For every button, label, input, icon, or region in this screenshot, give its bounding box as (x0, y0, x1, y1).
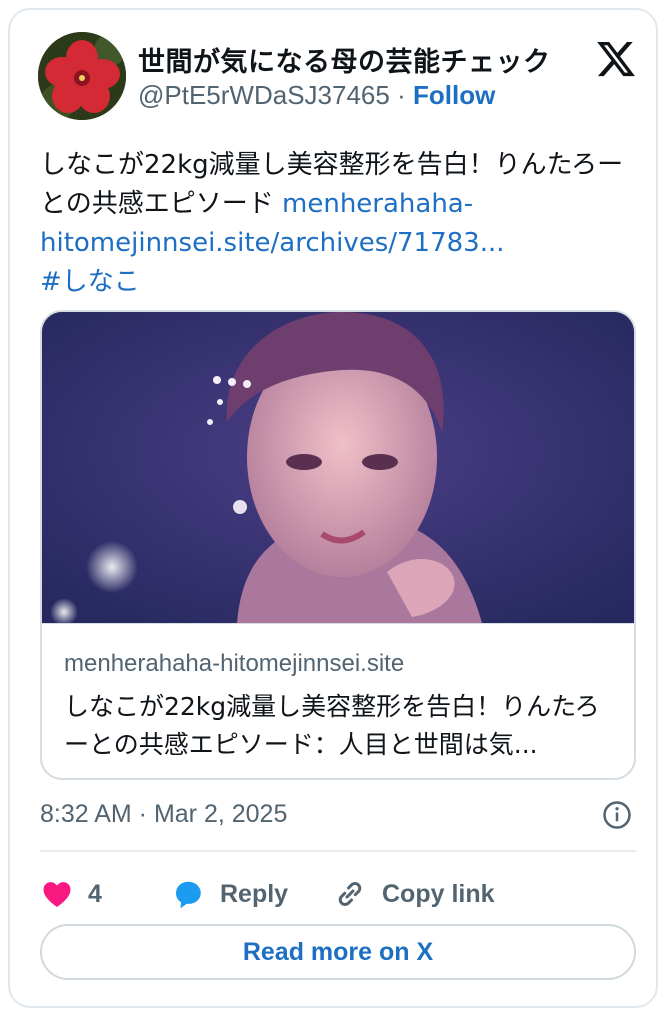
author-display-name[interactable]: 世間が気になる母の芸能チェック (138, 40, 551, 79)
tweet-text: しなこが22kg減量し美容整形を告白！りんたろーとの共感エピソード menher… (40, 146, 640, 302)
link-preview-title: しなこが22kg減量し美容整形を告白！りんたろーとの共感エピソード：人目と世間は… (64, 692, 600, 759)
author-handle-row: @PtE5rWDaSJ37465 · Follow (138, 80, 495, 111)
link-preview-card[interactable]: menherahaha-hitomejinnsei.site しなこが22kg減… (40, 310, 636, 780)
like-button[interactable]: 4 (40, 870, 102, 918)
link-preview-image (42, 312, 634, 623)
copy-link-label: Copy link (382, 879, 495, 908)
reply-bubble-icon (176, 881, 201, 909)
like-count: 4 (88, 879, 102, 908)
embedded-tweet-card: 世間が気になる母の芸能チェック @PtE5rWDaSJ37465 · Follo… (8, 8, 658, 1008)
author-handle[interactable]: @PtE5rWDaSJ37465 (138, 80, 390, 110)
reply-button[interactable]: Reply (170, 870, 288, 918)
hashtag-link[interactable]: #しなこ (40, 267, 140, 297)
red-flower-avatar-icon (38, 32, 126, 120)
divider (40, 850, 636, 852)
read-more-button[interactable]: Read more on X (40, 924, 636, 980)
copy-link-button[interactable]: Copy link (332, 870, 495, 918)
tweet-timestamp[interactable]: 8:32 AM · Mar 2, 2025 (40, 800, 287, 829)
follow-link[interactable]: Follow (413, 80, 495, 110)
reply-label: Reply (220, 879, 289, 908)
info-icon[interactable] (602, 800, 632, 830)
link-preview-domain: menherahaha-hitomejinnsei.site (64, 650, 405, 677)
x-logo-icon[interactable] (595, 38, 637, 80)
link-icon (338, 882, 362, 906)
handle-separator: · (397, 80, 406, 110)
avatar[interactable] (38, 32, 126, 120)
action-bar: 4 Reply Copy link (40, 870, 640, 918)
link-preview-meta: menherahaha-hitomejinnsei.site しなこが22kg減… (42, 623, 634, 759)
heart-icon (43, 882, 71, 908)
